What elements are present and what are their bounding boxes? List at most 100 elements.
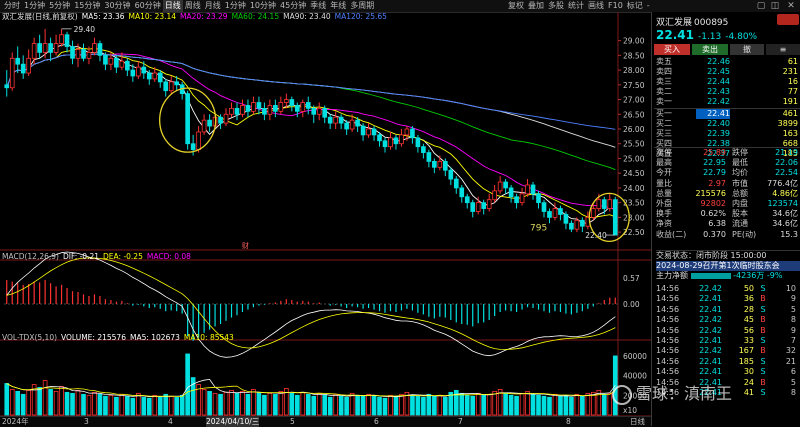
volume-bar — [218, 393, 223, 416]
orderbook-row[interactable]: 买二 22.40 3899 — [654, 119, 800, 129]
tick-dir: S — [760, 335, 766, 345]
tab-period[interactable]: 60分钟 — [133, 0, 163, 12]
menu-multi-stock[interactable]: 多股 — [546, 0, 566, 12]
chart-axes: 29.00 28.50 28.00 27.50 27.00 26.50 26.00 25.50… — [618, 37, 647, 415]
candle-body — [174, 81, 180, 86]
tab-period[interactable]: 1分钟 — [223, 0, 248, 12]
volume-bar — [53, 390, 59, 416]
volume-bar — [174, 396, 180, 416]
right-menu: 复权 叠加 多股 统计 画线 F10 标记 - — [506, 0, 652, 12]
candle-body — [601, 199, 607, 209]
candle-body — [163, 81, 169, 92]
candle — [168, 75, 174, 94]
volume-bar — [201, 389, 207, 416]
tab-period[interactable]: 10分钟 — [248, 0, 278, 12]
menu-f10[interactable]: F10 — [606, 0, 625, 12]
volume-bar — [245, 393, 251, 416]
tab-period[interactable]: 1分钟 — [22, 0, 47, 12]
stat-row: 总量 215576 总额 4.86亿 — [656, 188, 798, 198]
candle — [31, 37, 37, 65]
candle — [245, 99, 251, 118]
menu-adjust[interactable]: 复权 — [506, 0, 526, 12]
tab-period[interactable]: 45分钟 — [278, 0, 308, 12]
sell-button[interactable]: 卖出 — [692, 44, 728, 55]
candle-body — [311, 107, 317, 115]
tab-period[interactable]: 年线 — [328, 0, 348, 12]
volume-bar — [519, 392, 525, 416]
close-icon[interactable]: ✕ — [786, 0, 796, 12]
split-icon[interactable]: ◫ — [770, 0, 780, 12]
volume-bar — [75, 389, 81, 416]
volume-legend: VOL-TDX(5,10) VOLUME: 215576 MA5: 102673 MA… — [2, 333, 238, 343]
volume-bar — [486, 393, 492, 416]
candle — [59, 28, 64, 47]
cancel-order-button[interactable]: 撤 — [730, 44, 764, 55]
volume-bar — [256, 391, 262, 416]
volume-bar — [464, 394, 470, 416]
price-axis-label: 28.50 — [623, 51, 645, 60]
candle — [497, 176, 503, 194]
price-axis-label: 28.00 — [623, 66, 645, 75]
netflow-label: 主力净额 — [656, 271, 688, 280]
candle-body — [81, 49, 86, 59]
buy-button[interactable]: 买入 — [654, 44, 690, 55]
tab-period[interactable]: 月线 — [203, 0, 223, 12]
orderbook-row[interactable]: 卖一 22.42 191 — [654, 97, 800, 107]
menu-draw[interactable]: 画线 — [586, 0, 606, 12]
volume-bar — [580, 395, 585, 416]
tab-multi-period[interactable]: 多周期 — [348, 0, 376, 12]
candle-body — [355, 119, 360, 127]
candle-body — [591, 208, 596, 218]
candle — [15, 46, 21, 74]
legend-volume: VOLUME: 215576 — [61, 333, 126, 342]
shareholder-notice[interactable]: 2024-08-29召开第1次临时股东会 — [656, 261, 800, 271]
orderbook-row[interactable]: 买一 22.41 461 — [654, 109, 800, 119]
favorite-flag-icon[interactable] — [777, 14, 799, 25]
tick-row: 14:56 22.41 33 S 7 — [654, 336, 800, 346]
tab-period[interactable]: 周线 — [183, 0, 203, 12]
stock-header: 双汇发展 000895 — [656, 14, 799, 28]
orderbook-row[interactable]: 买三 22.39 163 — [654, 129, 800, 139]
volume-bar — [92, 391, 97, 416]
tab-period[interactable]: 30分钟 — [102, 0, 132, 12]
volume-bar — [377, 396, 382, 416]
menu-stats[interactable]: 统计 — [566, 0, 586, 12]
tick-row: 14:56 22.42 56 B 9 — [654, 326, 800, 336]
volume-bar — [530, 393, 536, 416]
orderbook-row[interactable]: 卖二 22.43 77 — [654, 87, 800, 97]
tab-period[interactable]: 季线 — [308, 0, 328, 12]
menu-overlay[interactable]: 叠加 — [526, 0, 546, 12]
volume-bar — [382, 397, 388, 416]
orderbook-row[interactable]: 卖三 22.44 16 — [654, 77, 800, 87]
chart-area[interactable]: 29.00 28.50 28.00 27.50 27.00 26.50 26.00 25.50… — [0, 12, 651, 416]
candle-body — [322, 107, 328, 118]
menu-icon[interactable]: ≡ — [766, 44, 800, 55]
volume-bar — [103, 395, 108, 416]
candle-body — [20, 63, 26, 74]
tick-dir: S — [760, 387, 766, 397]
restore-icon[interactable]: ▢ — [756, 0, 766, 12]
orderbook-row[interactable]: 卖四 22.45 231 — [654, 67, 800, 77]
tab-period[interactable]: 5分钟 — [47, 0, 72, 12]
tick-dir: B — [760, 315, 766, 325]
tab-period[interactable]: 15分钟 — [72, 0, 102, 12]
volume-bar — [492, 390, 497, 416]
orderbook-row[interactable]: 卖五 22.46 61 — [654, 57, 800, 67]
menu-mark[interactable]: 标记 — [625, 0, 645, 12]
legend-macd-value: MACD: 0.08 — [146, 252, 191, 261]
stat-row: 收益(二) 0.370 PE(动) 15.3 — [656, 229, 798, 239]
tab-daily[interactable]: 日线 — [162, 0, 183, 12]
ma90-line — [6, 53, 616, 148]
tick-num: 8 — [790, 387, 796, 397]
candle-body — [552, 208, 558, 218]
price-axis-label: 25.00 — [623, 154, 645, 163]
tab-period[interactable]: 分时 — [2, 0, 22, 12]
volume-bar — [20, 393, 26, 416]
candle-body — [569, 222, 574, 230]
volume-bar — [212, 392, 218, 416]
tick-num: 10 — [785, 284, 796, 293]
tick-price: 22.41 — [699, 335, 722, 345]
candle — [97, 40, 103, 62]
menu-minus[interactable]: - — [645, 0, 652, 12]
candle — [514, 193, 519, 209]
